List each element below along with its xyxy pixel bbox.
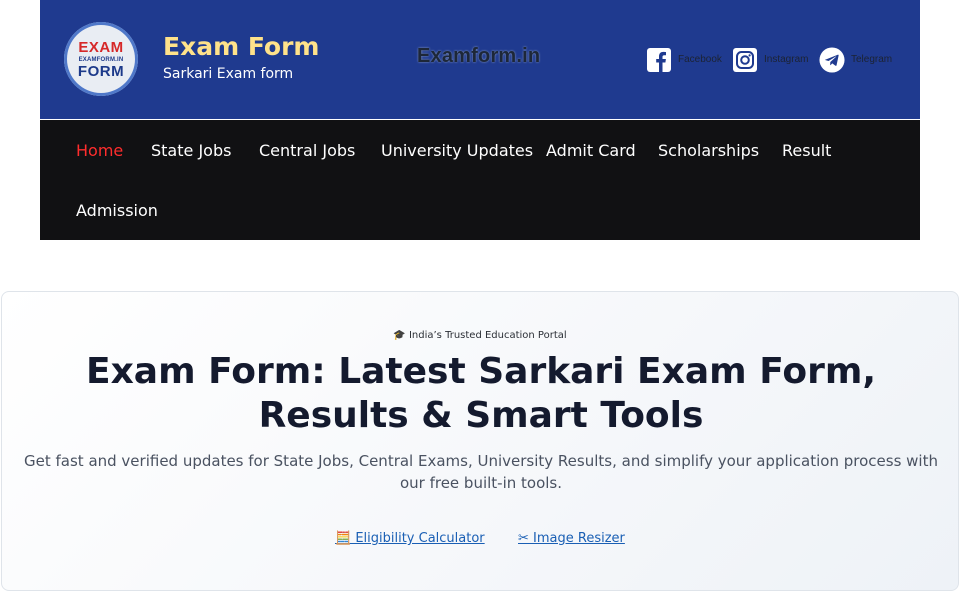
hero-description: Get fast and verified updates for State … [24, 452, 938, 492]
instagram-link[interactable]: Instagram [732, 46, 808, 73]
facebook-link[interactable]: Facebook [646, 46, 722, 73]
facebook-label: Facebook [678, 54, 722, 65]
logo-text-bottom: FORM [77, 62, 125, 80]
site-tagline: Sarkari Exam form [163, 66, 294, 82]
nav-item-home[interactable]: Home [76, 141, 123, 160]
hero-title: Exam Form: Latest Sarkari Exam Form, Res… [85, 351, 877, 436]
telegram-label: Telegram [851, 54, 893, 65]
nav-item-admission[interactable]: Admission [76, 201, 158, 220]
hero-section: 🎓 India’s Trusted Education Portal Exam … [1, 291, 959, 591]
eligibility-calculator-link[interactable]: 🧮 Eligibility Calculator [335, 531, 485, 546]
brand-banner-text: Examform.in [417, 45, 541, 67]
logo-text-top: EXAM [78, 38, 124, 56]
telegram-link[interactable]: Telegram [819, 46, 892, 73]
nav-item-university-updates[interactable]: University Updates [381, 141, 533, 160]
nav-item-scholarships[interactable]: Scholarships [658, 141, 759, 160]
hero-badge: 🎓 India’s Trusted Education Portal [393, 330, 567, 341]
nav-item-admit-card[interactable]: Admit Card [546, 141, 636, 160]
instagram-icon [732, 47, 758, 73]
site-header: EXAM EXAMFORM.IN FORM Exam Form Sarkari … [40, 0, 920, 119]
logo-text-middle: EXAMFORM.IN [78, 56, 124, 63]
instagram-label: Instagram [764, 54, 809, 65]
nav-item-state-jobs[interactable]: State Jobs [151, 141, 231, 160]
nav-item-result[interactable]: Result [782, 141, 831, 160]
facebook-icon [646, 47, 672, 73]
site-title[interactable]: Exam Form [163, 32, 319, 61]
image-resizer-link[interactable]: ✂ Image Resizer [518, 531, 625, 546]
nav-item-central-jobs[interactable]: Central Jobs [259, 141, 355, 160]
main-nav: Home State Jobs Central Jobs University … [40, 120, 920, 240]
telegram-icon [819, 46, 845, 73]
site-logo[interactable]: EXAM EXAMFORM.IN FORM [64, 22, 138, 96]
